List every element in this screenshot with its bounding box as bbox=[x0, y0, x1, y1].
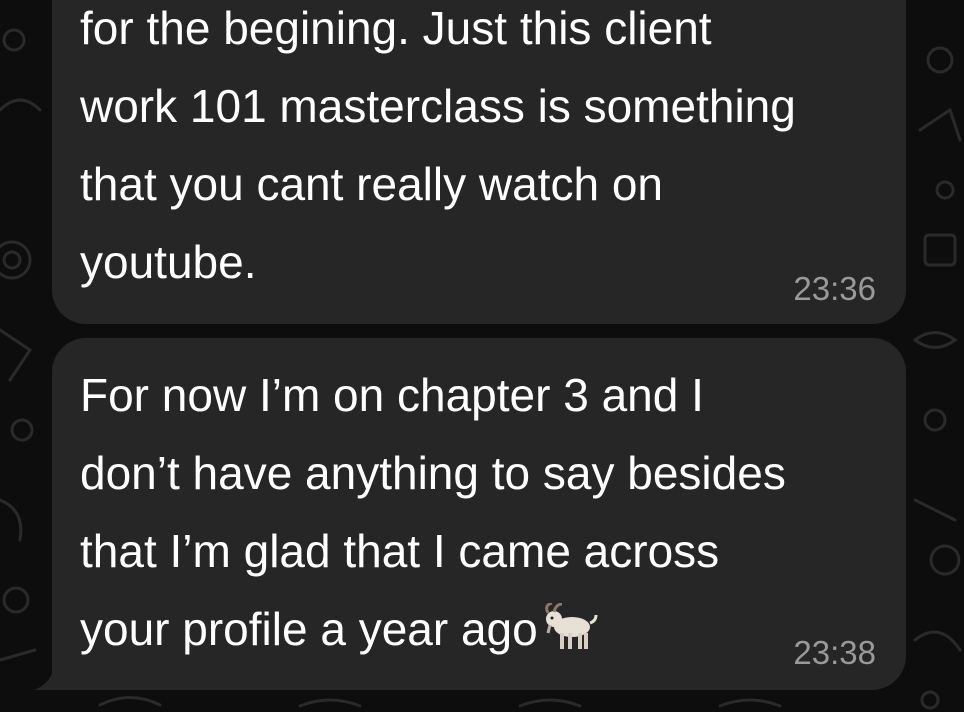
message-timestamp: 23:36 bbox=[793, 270, 876, 307]
message-text-content: For now I’m on chapter 3 and I don’t hav… bbox=[80, 369, 786, 655]
chat-background: for the begining. Just this client work … bbox=[0, 0, 964, 712]
goat-emoji-icon bbox=[544, 603, 598, 649]
message-timestamp: 23:38 bbox=[793, 634, 876, 671]
message-text: for the begining. Just this client work … bbox=[80, 2, 796, 288]
message-text: For now I’m on chapter 3 and I don’t hav… bbox=[80, 356, 880, 668]
